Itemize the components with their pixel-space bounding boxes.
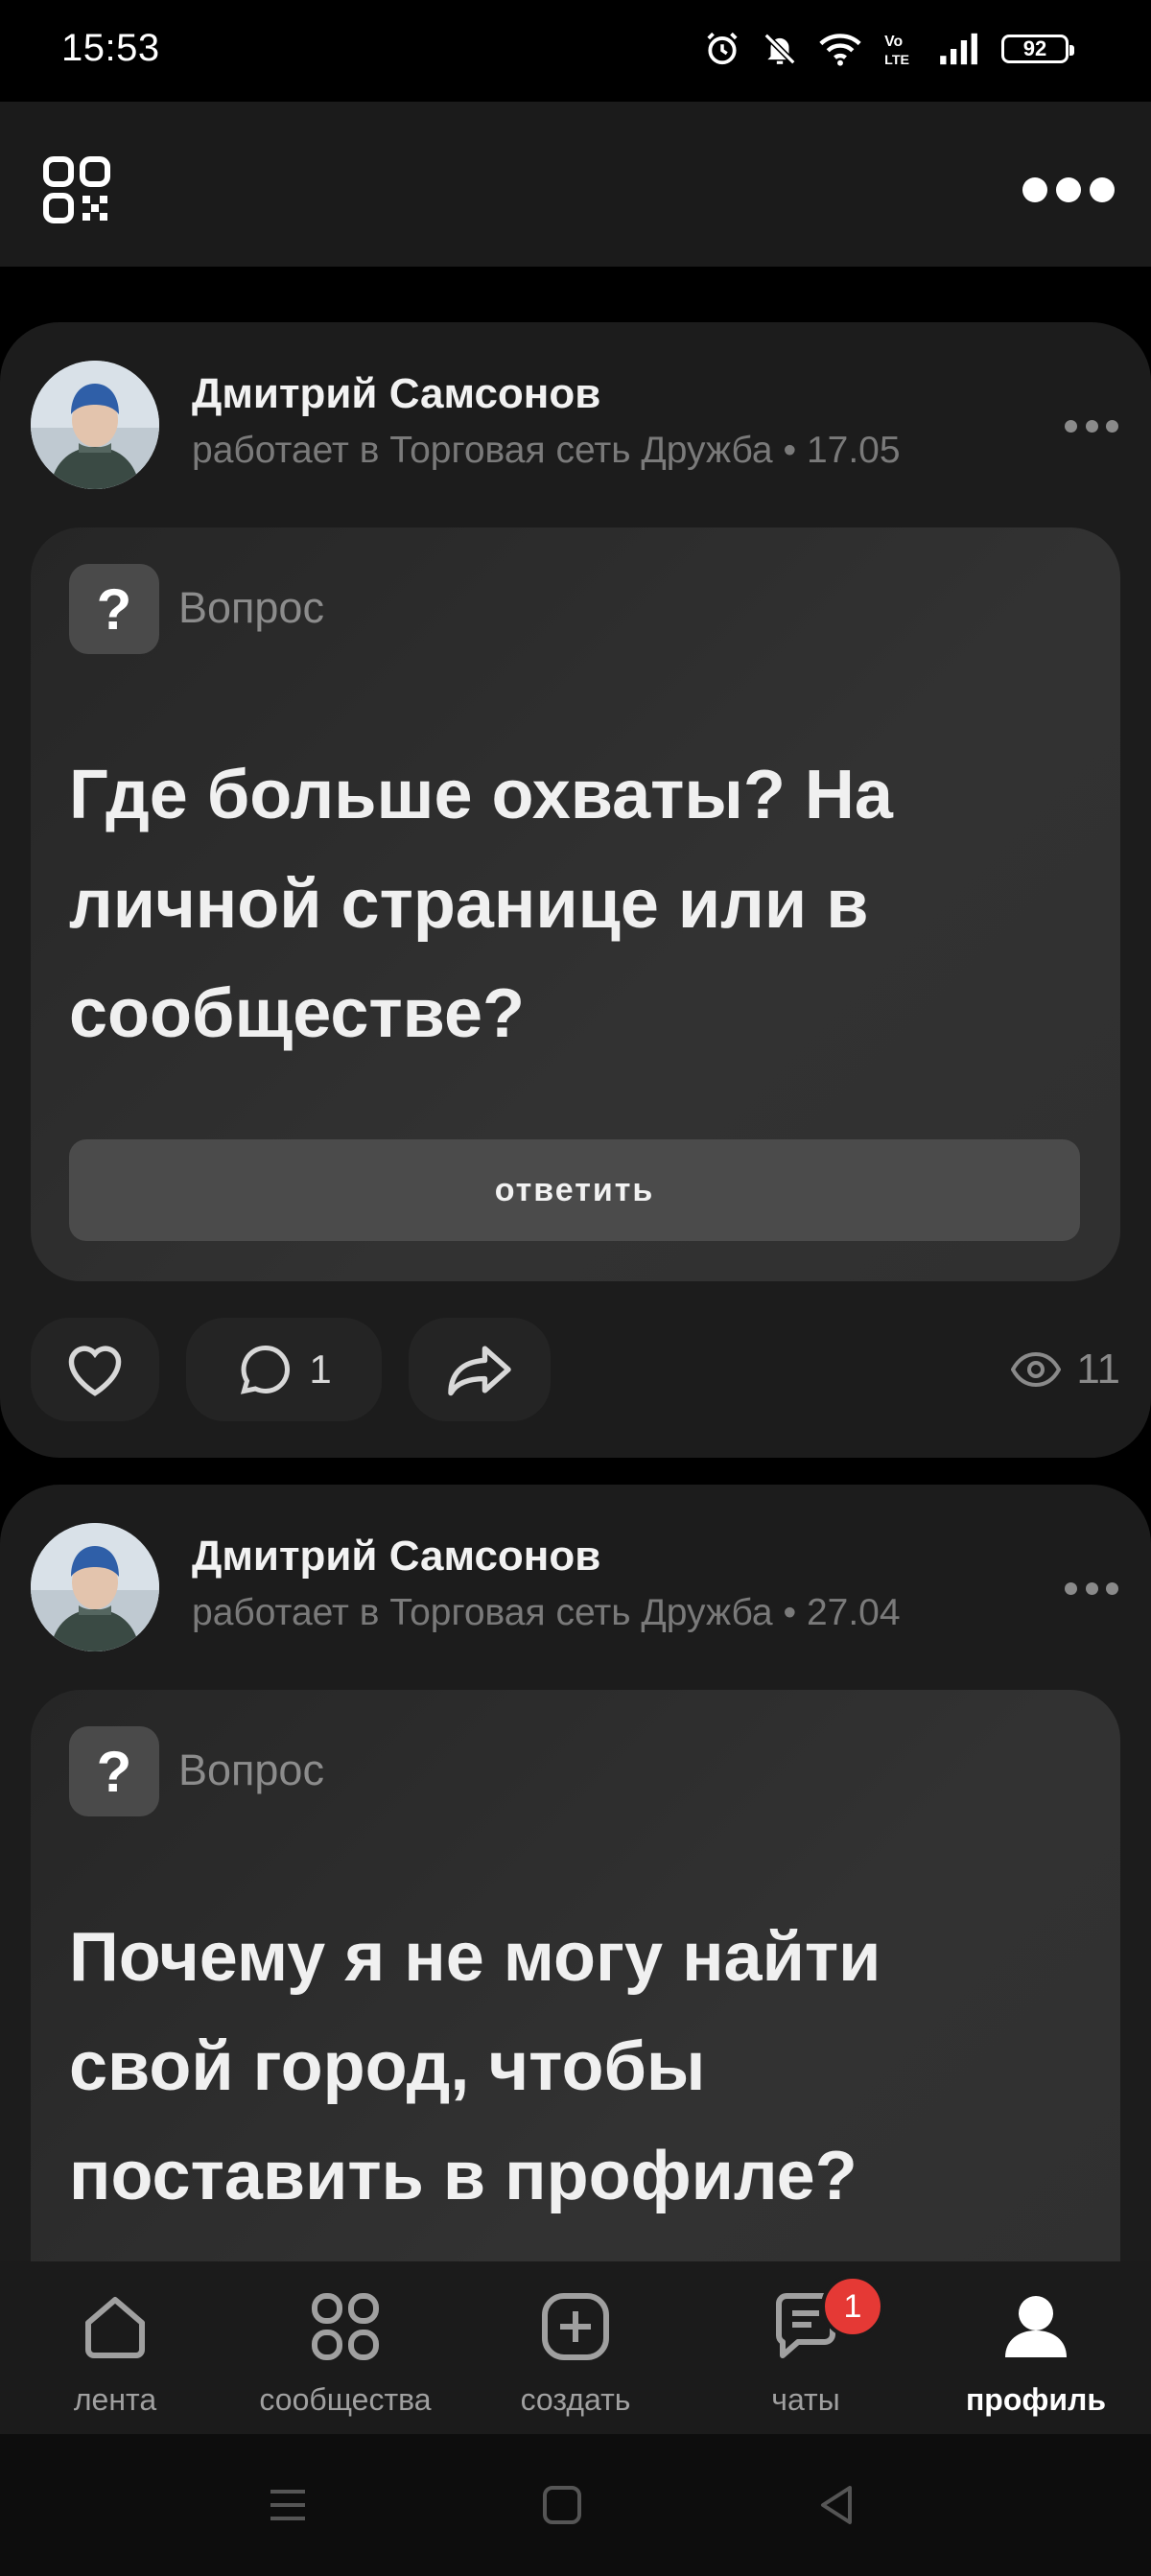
- status-bar: 15:53 Vo LTE 92: [0, 0, 1151, 102]
- svg-text:Vo: Vo: [884, 34, 903, 50]
- feed: Дмитрий Самсонов работает в Торговая сет…: [0, 267, 1151, 2261]
- share-button[interactable]: [409, 1318, 551, 1421]
- like-button[interactable]: [31, 1318, 159, 1421]
- nav-label: создать: [520, 2382, 631, 2417]
- home-icon: [85, 2297, 145, 2358]
- question-card[interactable]: ? Вопрос Где больше охваты? На личной ст…: [31, 527, 1120, 1281]
- views-count: 11: [1076, 1346, 1120, 1393]
- question-type-label: Вопрос: [178, 1745, 324, 1794]
- nav-label: чаты: [771, 2382, 840, 2417]
- question-card[interactable]: ? Вопрос Почему я не могу найти свой гор…: [31, 1690, 1120, 2261]
- signal-icon: [940, 33, 977, 65]
- answer-button[interactable]: ответить: [69, 1139, 1080, 1241]
- post-actions: 1 11: [31, 1318, 1120, 1421]
- author-subtitle: работает в Торговая сеть Дружба • 27.04: [192, 1592, 901, 1633]
- author-name[interactable]: Дмитрий Самсонов: [192, 370, 600, 418]
- home-square-icon[interactable]: [539, 2482, 585, 2528]
- qr-code-icon[interactable]: [42, 155, 111, 224]
- nav-label: профиль: [965, 2382, 1107, 2417]
- author-name[interactable]: Дмитрий Самсонов: [192, 1533, 600, 1581]
- avatar[interactable]: [31, 1523, 159, 1651]
- create-icon: [542, 2293, 609, 2360]
- nav-label: сообщества: [259, 2382, 432, 2417]
- share-icon: [448, 1346, 511, 1396]
- communities-icon: [312, 2293, 379, 2360]
- back-icon[interactable]: [813, 2482, 859, 2528]
- more-icon[interactable]: [1022, 173, 1115, 207]
- bottom-nav: лента сообщества создать 1 чаты профиль: [0, 2261, 1151, 2434]
- question-icon: ?: [69, 564, 159, 654]
- post-card: Дмитрий Самсонов работает в Торговая сет…: [0, 322, 1151, 1458]
- question-icon: ?: [69, 1726, 159, 1816]
- nav-item-chats[interactable]: 1 чаты: [691, 2261, 921, 2434]
- menu-icon[interactable]: [265, 2482, 311, 2528]
- post-menu-icon[interactable]: [1065, 1582, 1118, 1596]
- nav-item-create[interactable]: создать: [460, 2261, 691, 2434]
- comment-button[interactable]: 1: [186, 1318, 382, 1421]
- profile-icon: [1005, 2296, 1067, 2357]
- alarm-icon: [707, 32, 738, 65]
- comment-icon: [241, 1345, 291, 1394]
- chat-badge: 1: [821, 2275, 884, 2338]
- question-type-label: Вопрос: [178, 583, 324, 632]
- views-counter: 11: [1011, 1318, 1120, 1421]
- question-text: Почему я не могу найти свой город, чтобы…: [69, 1919, 881, 2214]
- volte-icon: Vo LTE: [884, 34, 909, 67]
- battery-indicator: 92: [1001, 35, 1074, 63]
- author-subtitle: работает в Торговая сеть Дружба • 17.05: [192, 430, 901, 471]
- status-icons: Vo LTE 92: [704, 31, 1074, 67]
- status-time: 15:53: [61, 27, 160, 69]
- post-menu-icon[interactable]: [1065, 420, 1118, 433]
- comment-count: 1: [309, 1347, 332, 1392]
- wifi-icon: [819, 34, 861, 66]
- heart-icon: [68, 1346, 122, 1396]
- nav-label: лента: [73, 2382, 157, 2417]
- svg-text:LTE: LTE: [884, 53, 909, 67]
- nav-item-profile[interactable]: профиль: [921, 2261, 1151, 2434]
- avatar[interactable]: [31, 361, 159, 489]
- eye-icon: [1011, 1351, 1062, 1388]
- post-card: Дмитрий Самсонов работает в Торговая сет…: [0, 1485, 1151, 2261]
- nav-item-feed[interactable]: лента: [0, 2261, 230, 2434]
- mute-bell-icon: [763, 33, 796, 65]
- app-header: [0, 102, 1151, 267]
- nav-item-communities[interactable]: сообщества: [230, 2261, 460, 2434]
- system-nav: [0, 2434, 1151, 2576]
- question-text: Где больше охваты? На личной странице ил…: [69, 757, 893, 1052]
